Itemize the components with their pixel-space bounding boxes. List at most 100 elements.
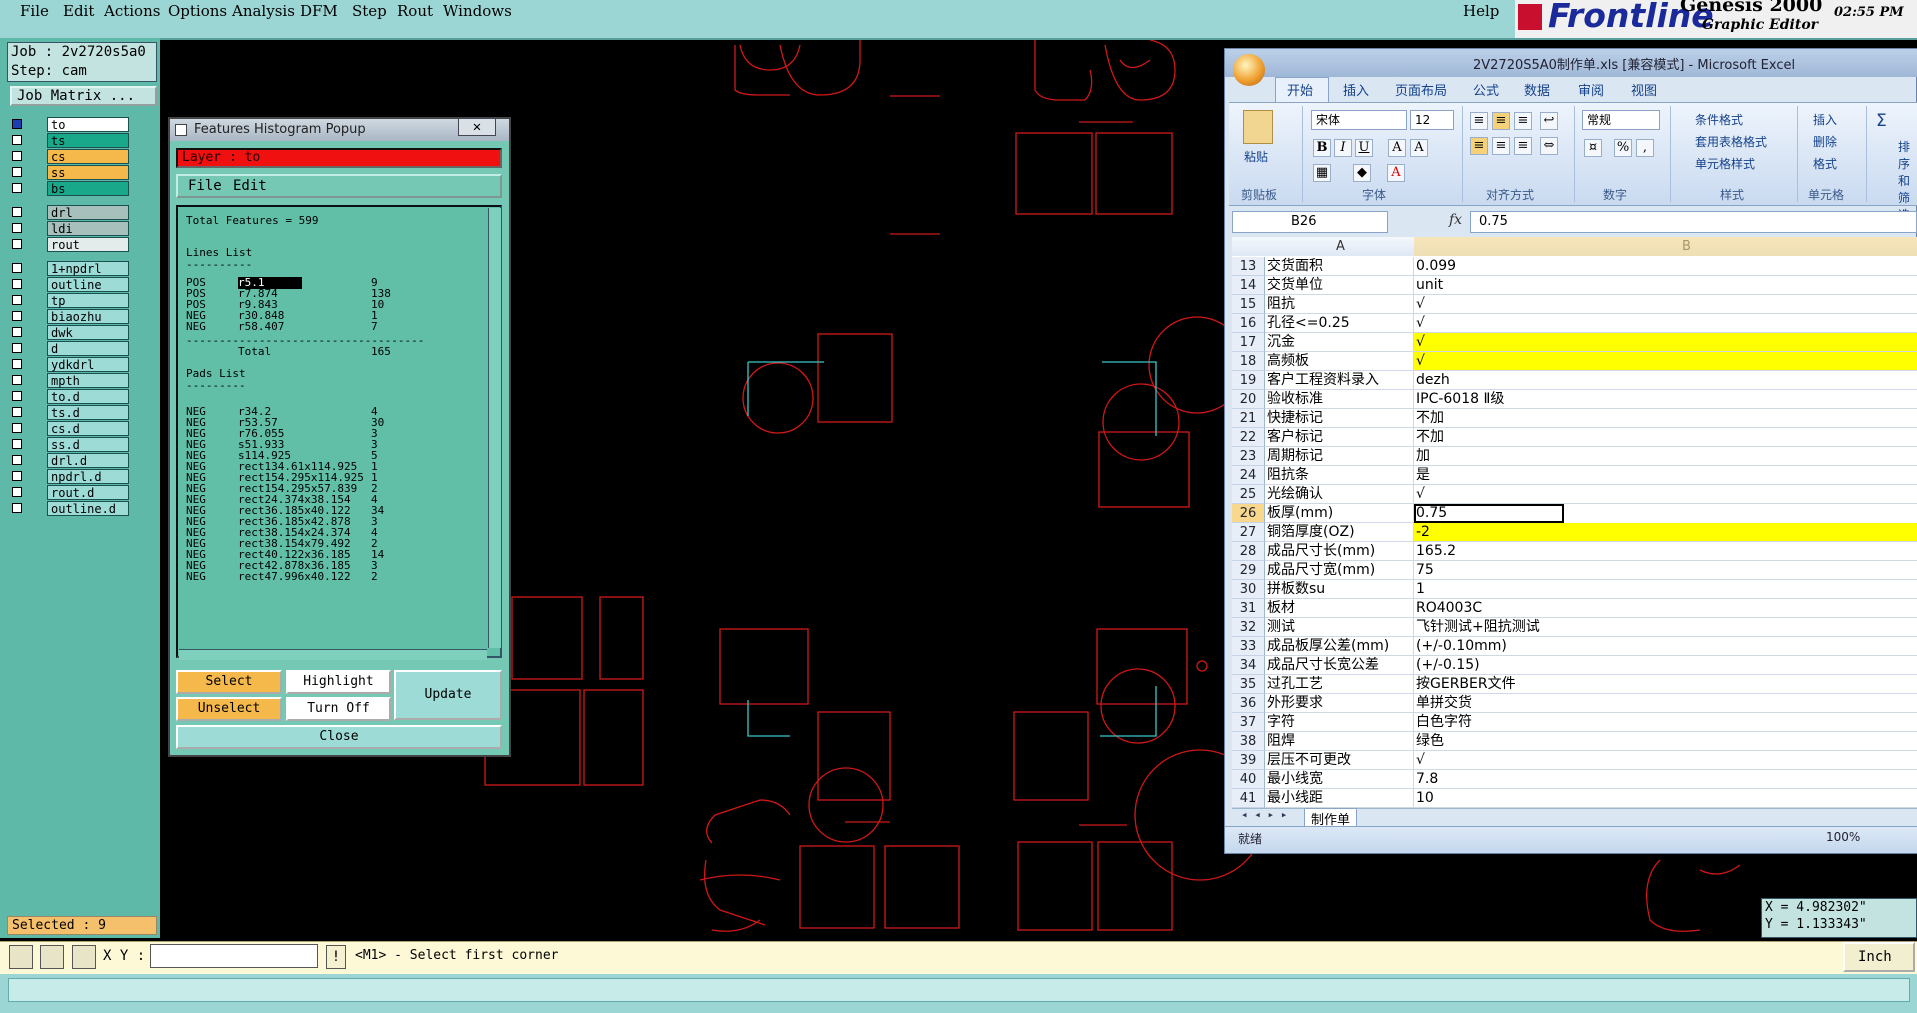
tab-home[interactable]: 开始 — [1287, 80, 1313, 99]
cell-b[interactable]: 75 — [1414, 561, 1917, 580]
layer-checkbox[interactable] — [12, 423, 22, 433]
layer-name[interactable]: to.d — [47, 389, 129, 404]
layer-name[interactable]: drl — [47, 205, 129, 220]
update-button[interactable]: Update — [394, 670, 502, 720]
layer-name[interactable]: biaozhu — [47, 309, 129, 324]
cell-b[interactable]: RO4003C — [1414, 599, 1917, 618]
delete-cells-button[interactable]: 删除 — [1813, 133, 1837, 150]
layer-row[interactable]: rout.d — [9, 485, 129, 500]
menu-step[interactable]: Step — [352, 2, 387, 20]
row-header[interactable]: 40 — [1232, 770, 1265, 789]
layer-row[interactable]: cs.d — [9, 421, 129, 436]
cell-a[interactable]: 字符 — [1265, 713, 1414, 732]
layer-name[interactable]: outline — [47, 277, 129, 292]
currency-icon[interactable]: ¤ — [1584, 139, 1602, 157]
align-left-icon[interactable]: ≡ — [1470, 137, 1488, 155]
font-size-select[interactable]: 12 — [1410, 110, 1454, 130]
row-header[interactable]: 15 — [1232, 295, 1265, 314]
popup-menu-edit[interactable]: Edit — [233, 178, 267, 194]
histogram-list[interactable]: Total Features = 599 Lines List ----------… — [176, 205, 502, 658]
menu-rout[interactable]: Rout — [397, 2, 433, 20]
cell-a[interactable]: 孔径<=0.25 — [1265, 314, 1414, 333]
zoom-level[interactable]: 100% — [1826, 830, 1860, 844]
percent-icon[interactable]: % — [1614, 139, 1632, 157]
highlight-button[interactable]: Highlight — [286, 670, 391, 694]
tab-page-layout[interactable]: 页面布局 — [1395, 80, 1447, 99]
layer-checkbox[interactable] — [12, 327, 22, 337]
cell-a[interactable]: 外形要求 — [1265, 694, 1414, 713]
cell-b[interactable]: 飞针测试+阻抗测试 — [1414, 618, 1917, 637]
cell-b[interactable]: 不加 — [1414, 428, 1917, 447]
layer-checkbox[interactable] — [12, 239, 22, 249]
layer-name[interactable]: drl.d — [47, 453, 129, 468]
tab-formulas[interactable]: 公式 — [1473, 80, 1499, 99]
row-header[interactable]: 25 — [1232, 485, 1265, 504]
exec-button[interactable]: ! — [326, 945, 346, 969]
grid-tool-icon[interactable] — [72, 945, 96, 969]
menu-actions[interactable]: Actions — [104, 2, 160, 20]
layer-row[interactable]: dwk — [9, 325, 129, 340]
cell-b[interactable]: (+/-0.10mm) — [1414, 637, 1917, 656]
tab-view[interactable]: 视图 — [1631, 80, 1657, 99]
row-header[interactable]: 23 — [1232, 447, 1265, 466]
menu-windows[interactable]: Windows — [443, 2, 512, 20]
merge-icon[interactable]: ⇔ — [1540, 137, 1558, 155]
layer-name[interactable]: to — [47, 117, 129, 132]
cell-a[interactable]: 客户工程资料录入 — [1265, 371, 1414, 390]
paste-icon[interactable] — [1243, 110, 1273, 144]
select-button[interactable]: Select — [176, 670, 282, 694]
row-header[interactable]: 17 — [1232, 333, 1265, 352]
cell-b[interactable]: √ — [1414, 295, 1917, 314]
layer-name[interactable]: ss — [47, 165, 129, 180]
table-format-button[interactable]: 套用表格格式 — [1695, 133, 1767, 150]
layer-name[interactable]: npdrl.d — [47, 469, 129, 484]
menu-edit[interactable]: Edit — [63, 2, 94, 20]
wrap-text-icon[interactable]: ↩ — [1540, 112, 1558, 130]
row-header[interactable]: 39 — [1232, 751, 1265, 770]
cell-b[interactable]: dezh — [1414, 371, 1917, 390]
row-header[interactable]: 37 — [1232, 713, 1265, 732]
menu-analysis[interactable]: Analysis — [232, 2, 295, 20]
layer-row[interactable]: drl.d — [9, 453, 129, 468]
layer-checkbox[interactable] — [12, 503, 22, 513]
layer-checkbox[interactable] — [12, 487, 22, 497]
row-header[interactable]: 24 — [1232, 466, 1265, 485]
cell-a[interactable]: 阻抗 — [1265, 295, 1414, 314]
layer-row[interactable]: ldi — [9, 221, 129, 236]
cell-b[interactable]: -2 — [1414, 523, 1917, 542]
layer-checkbox[interactable] — [12, 455, 22, 465]
row-header[interactable]: 19 — [1232, 371, 1265, 390]
cell-b[interactable]: √ — [1414, 485, 1917, 504]
cell-a[interactable]: 成品尺寸长宽公差 — [1265, 656, 1414, 675]
layer-checkbox[interactable] — [12, 439, 22, 449]
layer-name[interactable]: bs — [47, 181, 129, 196]
align-bottom-icon[interactable]: ≡ — [1514, 112, 1532, 130]
layer-checkbox[interactable] — [12, 279, 22, 289]
row-header[interactable]: 26 — [1232, 504, 1265, 523]
row-header[interactable]: 18 — [1232, 352, 1265, 371]
layer-name[interactable]: 1+npdrl — [47, 261, 129, 276]
row-header[interactable]: 30 — [1232, 580, 1265, 599]
cell-a[interactable]: 过孔工艺 — [1265, 675, 1414, 694]
layer-checkbox[interactable] — [12, 167, 22, 177]
cell-b[interactable]: 单拼交货 — [1414, 694, 1917, 713]
menu-options[interactable]: Options — [168, 2, 227, 20]
cell-a[interactable]: 成品板厚公差(mm) — [1265, 637, 1414, 656]
cell-a[interactable]: 成品尺寸长(mm) — [1265, 542, 1414, 561]
row-header[interactable]: 41 — [1232, 789, 1265, 808]
row-header[interactable]: 28 — [1232, 542, 1265, 561]
cell-b[interactable]: √ — [1414, 333, 1917, 352]
layer-name[interactable]: outline.d — [47, 501, 129, 516]
row-header[interactable]: 38 — [1232, 732, 1265, 751]
layer-row[interactable]: ydkdrl — [9, 357, 129, 372]
sheet-nav-icon[interactable]: ◂ ◂ ▸ ▸ — [1241, 808, 1287, 821]
row-header[interactable]: 29 — [1232, 561, 1265, 580]
cell-a[interactable]: 成品尺寸宽(mm) — [1265, 561, 1414, 580]
horizontal-scrollbar[interactable] — [179, 649, 487, 660]
vertical-scrollbar[interactable] — [488, 208, 501, 648]
layer-row[interactable]: ss.d — [9, 437, 129, 452]
cell-b[interactable]: 0.099 — [1414, 257, 1917, 276]
menu-file[interactable]: File — [20, 2, 49, 20]
layer-checkbox[interactable] — [12, 311, 22, 321]
office-button-icon[interactable] — [1233, 54, 1265, 86]
